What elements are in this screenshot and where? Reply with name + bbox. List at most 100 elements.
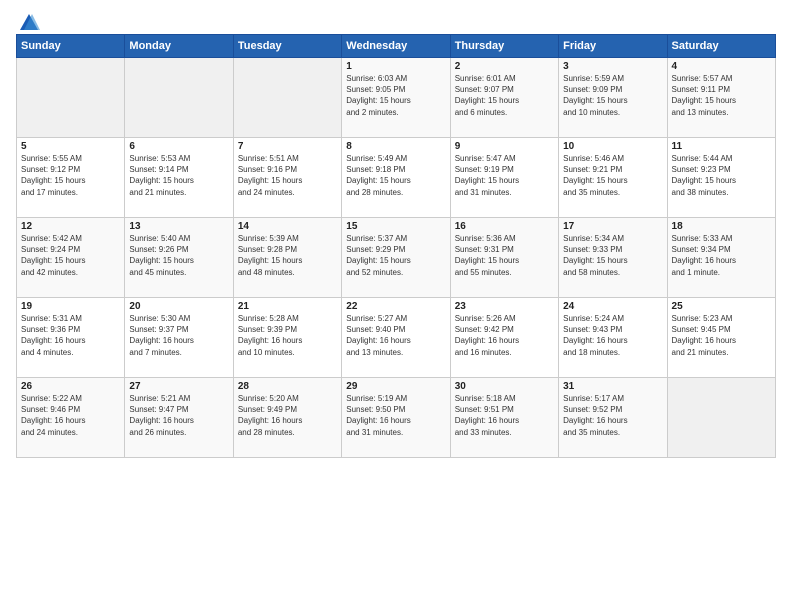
day-number: 10 <box>563 141 662 152</box>
day-number: 18 <box>672 221 771 232</box>
day-cell-5: 5Sunrise: 5:55 AM Sunset: 9:12 PM Daylig… <box>17 138 125 218</box>
day-info: Sunrise: 5:31 AM Sunset: 9:36 PM Dayligh… <box>21 313 120 358</box>
day-cell-30: 30Sunrise: 5:18 AM Sunset: 9:51 PM Dayli… <box>450 378 558 458</box>
day-number: 12 <box>21 221 120 232</box>
day-number: 19 <box>21 301 120 312</box>
day-cell-17: 17Sunrise: 5:34 AM Sunset: 9:33 PM Dayli… <box>559 218 667 298</box>
day-info: Sunrise: 5:23 AM Sunset: 9:45 PM Dayligh… <box>672 313 771 358</box>
day-cell-25: 25Sunrise: 5:23 AM Sunset: 9:45 PM Dayli… <box>667 298 775 378</box>
day-info: Sunrise: 5:53 AM Sunset: 9:14 PM Dayligh… <box>129 153 228 198</box>
day-cell-18: 18Sunrise: 5:33 AM Sunset: 9:34 PM Dayli… <box>667 218 775 298</box>
day-header-wednesday: Wednesday <box>342 35 450 58</box>
day-cell-1: 1Sunrise: 6:03 AM Sunset: 9:05 PM Daylig… <box>342 58 450 138</box>
day-cell-3: 3Sunrise: 5:59 AM Sunset: 9:09 PM Daylig… <box>559 58 667 138</box>
day-number: 23 <box>455 301 554 312</box>
day-number: 20 <box>129 301 228 312</box>
day-number: 25 <box>672 301 771 312</box>
empty-cell <box>125 58 233 138</box>
logo-icon <box>18 12 40 34</box>
day-info: Sunrise: 5:22 AM Sunset: 9:46 PM Dayligh… <box>21 393 120 438</box>
day-cell-23: 23Sunrise: 5:26 AM Sunset: 9:42 PM Dayli… <box>450 298 558 378</box>
day-number: 2 <box>455 61 554 72</box>
logo <box>16 12 40 30</box>
week-row-3: 12Sunrise: 5:42 AM Sunset: 9:24 PM Dayli… <box>17 218 776 298</box>
day-number: 9 <box>455 141 554 152</box>
day-number: 27 <box>129 381 228 392</box>
day-cell-13: 13Sunrise: 5:40 AM Sunset: 9:26 PM Dayli… <box>125 218 233 298</box>
day-number: 1 <box>346 61 445 72</box>
day-headers: SundayMondayTuesdayWednesdayThursdayFrid… <box>17 35 776 58</box>
day-info: Sunrise: 5:24 AM Sunset: 9:43 PM Dayligh… <box>563 313 662 358</box>
day-header-saturday: Saturday <box>667 35 775 58</box>
day-number: 16 <box>455 221 554 232</box>
day-number: 5 <box>21 141 120 152</box>
day-number: 24 <box>563 301 662 312</box>
day-cell-22: 22Sunrise: 5:27 AM Sunset: 9:40 PM Dayli… <box>342 298 450 378</box>
day-cell-10: 10Sunrise: 5:46 AM Sunset: 9:21 PM Dayli… <box>559 138 667 218</box>
day-number: 8 <box>346 141 445 152</box>
header <box>16 12 776 30</box>
day-cell-26: 26Sunrise: 5:22 AM Sunset: 9:46 PM Dayli… <box>17 378 125 458</box>
day-info: Sunrise: 6:03 AM Sunset: 9:05 PM Dayligh… <box>346 73 445 118</box>
day-cell-29: 29Sunrise: 5:19 AM Sunset: 9:50 PM Dayli… <box>342 378 450 458</box>
day-info: Sunrise: 5:49 AM Sunset: 9:18 PM Dayligh… <box>346 153 445 198</box>
day-info: Sunrise: 5:46 AM Sunset: 9:21 PM Dayligh… <box>563 153 662 198</box>
day-info: Sunrise: 6:01 AM Sunset: 9:07 PM Dayligh… <box>455 73 554 118</box>
day-number: 15 <box>346 221 445 232</box>
week-row-4: 19Sunrise: 5:31 AM Sunset: 9:36 PM Dayli… <box>17 298 776 378</box>
day-cell-2: 2Sunrise: 6:01 AM Sunset: 9:07 PM Daylig… <box>450 58 558 138</box>
day-cell-28: 28Sunrise: 5:20 AM Sunset: 9:49 PM Dayli… <box>233 378 341 458</box>
day-number: 31 <box>563 381 662 392</box>
week-row-2: 5Sunrise: 5:55 AM Sunset: 9:12 PM Daylig… <box>17 138 776 218</box>
day-header-tuesday: Tuesday <box>233 35 341 58</box>
day-cell-7: 7Sunrise: 5:51 AM Sunset: 9:16 PM Daylig… <box>233 138 341 218</box>
day-cell-16: 16Sunrise: 5:36 AM Sunset: 9:31 PM Dayli… <box>450 218 558 298</box>
day-info: Sunrise: 5:44 AM Sunset: 9:23 PM Dayligh… <box>672 153 771 198</box>
day-info: Sunrise: 5:20 AM Sunset: 9:49 PM Dayligh… <box>238 393 337 438</box>
day-number: 21 <box>238 301 337 312</box>
day-number: 3 <box>563 61 662 72</box>
day-number: 11 <box>672 141 771 152</box>
day-info: Sunrise: 5:30 AM Sunset: 9:37 PM Dayligh… <box>129 313 228 358</box>
day-cell-24: 24Sunrise: 5:24 AM Sunset: 9:43 PM Dayli… <box>559 298 667 378</box>
day-cell-12: 12Sunrise: 5:42 AM Sunset: 9:24 PM Dayli… <box>17 218 125 298</box>
day-number: 14 <box>238 221 337 232</box>
day-info: Sunrise: 5:37 AM Sunset: 9:29 PM Dayligh… <box>346 233 445 278</box>
day-info: Sunrise: 5:40 AM Sunset: 9:26 PM Dayligh… <box>129 233 228 278</box>
day-info: Sunrise: 5:27 AM Sunset: 9:40 PM Dayligh… <box>346 313 445 358</box>
day-info: Sunrise: 5:33 AM Sunset: 9:34 PM Dayligh… <box>672 233 771 278</box>
day-info: Sunrise: 5:21 AM Sunset: 9:47 PM Dayligh… <box>129 393 228 438</box>
day-info: Sunrise: 5:34 AM Sunset: 9:33 PM Dayligh… <box>563 233 662 278</box>
day-header-sunday: Sunday <box>17 35 125 58</box>
day-info: Sunrise: 5:36 AM Sunset: 9:31 PM Dayligh… <box>455 233 554 278</box>
day-number: 4 <box>672 61 771 72</box>
day-number: 7 <box>238 141 337 152</box>
day-cell-11: 11Sunrise: 5:44 AM Sunset: 9:23 PM Dayli… <box>667 138 775 218</box>
week-row-5: 26Sunrise: 5:22 AM Sunset: 9:46 PM Dayli… <box>17 378 776 458</box>
day-info: Sunrise: 5:59 AM Sunset: 9:09 PM Dayligh… <box>563 73 662 118</box>
day-cell-15: 15Sunrise: 5:37 AM Sunset: 9:29 PM Dayli… <box>342 218 450 298</box>
day-info: Sunrise: 5:51 AM Sunset: 9:16 PM Dayligh… <box>238 153 337 198</box>
empty-cell <box>233 58 341 138</box>
day-number: 28 <box>238 381 337 392</box>
day-cell-19: 19Sunrise: 5:31 AM Sunset: 9:36 PM Dayli… <box>17 298 125 378</box>
day-info: Sunrise: 5:47 AM Sunset: 9:19 PM Dayligh… <box>455 153 554 198</box>
day-info: Sunrise: 5:28 AM Sunset: 9:39 PM Dayligh… <box>238 313 337 358</box>
week-row-1: 1Sunrise: 6:03 AM Sunset: 9:05 PM Daylig… <box>17 58 776 138</box>
day-info: Sunrise: 5:18 AM Sunset: 9:51 PM Dayligh… <box>455 393 554 438</box>
day-number: 17 <box>563 221 662 232</box>
day-cell-20: 20Sunrise: 5:30 AM Sunset: 9:37 PM Dayli… <box>125 298 233 378</box>
day-info: Sunrise: 5:57 AM Sunset: 9:11 PM Dayligh… <box>672 73 771 118</box>
calendar-table: SundayMondayTuesdayWednesdayThursdayFrid… <box>16 34 776 458</box>
day-cell-27: 27Sunrise: 5:21 AM Sunset: 9:47 PM Dayli… <box>125 378 233 458</box>
day-number: 13 <box>129 221 228 232</box>
day-info: Sunrise: 5:17 AM Sunset: 9:52 PM Dayligh… <box>563 393 662 438</box>
day-number: 22 <box>346 301 445 312</box>
day-number: 6 <box>129 141 228 152</box>
day-number: 29 <box>346 381 445 392</box>
day-info: Sunrise: 5:26 AM Sunset: 9:42 PM Dayligh… <box>455 313 554 358</box>
day-header-monday: Monday <box>125 35 233 58</box>
day-info: Sunrise: 5:39 AM Sunset: 9:28 PM Dayligh… <box>238 233 337 278</box>
day-cell-8: 8Sunrise: 5:49 AM Sunset: 9:18 PM Daylig… <box>342 138 450 218</box>
day-cell-14: 14Sunrise: 5:39 AM Sunset: 9:28 PM Dayli… <box>233 218 341 298</box>
